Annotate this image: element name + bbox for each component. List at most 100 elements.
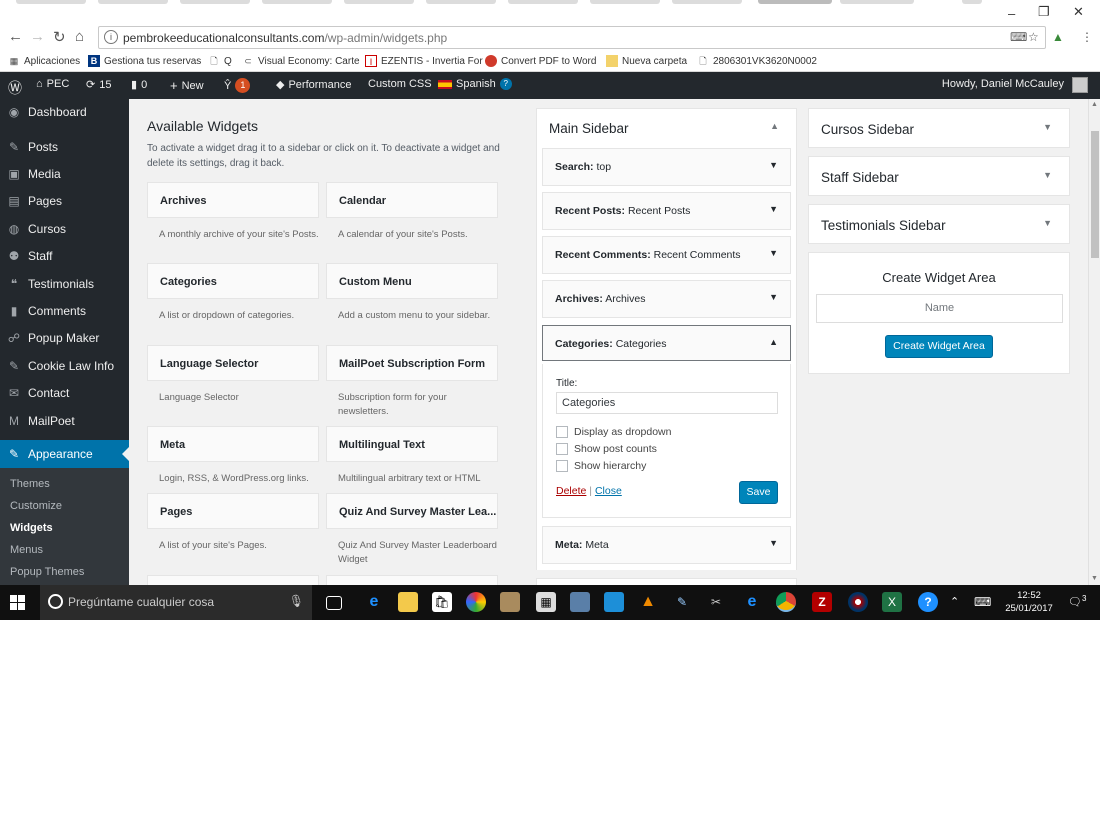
- close-link[interactable]: Close: [595, 485, 622, 497]
- sidebar-widget-archives[interactable]: Archives: Archives ▼: [542, 280, 791, 318]
- menu-item-mailpoet[interactable]: M MailPoet: [0, 408, 129, 434]
- available-widget-partial[interactable]: [326, 575, 498, 585]
- bookmark-star-icon[interactable]: ☆: [1028, 30, 1039, 44]
- close-window-icon[interactable]: ✕: [1073, 4, 1084, 20]
- excel-icon[interactable]: X: [882, 592, 902, 612]
- menu-item-cursos[interactable]: ◍ Cursos: [0, 216, 129, 242]
- sidebar-widget-categories[interactable]: Categories: Categories ▲: [542, 325, 791, 361]
- delete-link[interactable]: Delete: [556, 485, 586, 497]
- submenu-item-widgets[interactable]: Widgets: [10, 522, 53, 534]
- menu-item-contact[interactable]: ✉ Contact: [0, 380, 129, 406]
- browser-tab[interactable]: [840, 0, 914, 4]
- available-widget[interactable]: Archives: [147, 182, 319, 218]
- bookmark-item[interactable]: B Gestiona tus reservas: [88, 55, 201, 67]
- sidebar-widget-meta[interactable]: Meta: Meta ▼: [542, 526, 791, 564]
- submenu-item-menus[interactable]: Menus: [10, 544, 43, 556]
- paint-icon[interactable]: ✎: [672, 592, 692, 612]
- expand-arrow-icon[interactable]: ▼: [769, 292, 778, 302]
- browser-tab[interactable]: [672, 0, 742, 4]
- browser-tab[interactable]: [590, 0, 660, 4]
- page-scrollbar[interactable]: ▲ ▼: [1088, 99, 1100, 585]
- expand-arrow-icon[interactable]: ▼: [1043, 218, 1052, 228]
- cursos-sidebar[interactable]: Cursos Sidebar ▼: [808, 108, 1070, 148]
- cortana-search-box[interactable]: Pregúntame cualquier cosa 🎙: [40, 585, 312, 620]
- submenu-item-customize[interactable]: Customize: [10, 500, 62, 512]
- scroll-up-icon[interactable]: ▲: [1091, 101, 1098, 108]
- microphone-icon[interactable]: 🎙: [289, 594, 304, 608]
- restore-icon[interactable]: ❐: [1038, 4, 1050, 20]
- browser-tab[interactable]: [262, 0, 332, 4]
- chrome-menu-icon[interactable]: ⋮: [1081, 30, 1093, 44]
- new-tab-button[interactable]: [962, 0, 982, 4]
- available-widget[interactable]: Quiz And Survey Master Lea...: [326, 493, 498, 529]
- available-widget[interactable]: Multilingual Text: [326, 426, 498, 462]
- howdy-user-menu[interactable]: Howdy, Daniel McCauley: [942, 78, 1064, 90]
- bookmark-item[interactable]: Convert PDF to Word: [485, 55, 596, 67]
- comments-link[interactable]: ▮ 0: [131, 78, 147, 92]
- updates-link[interactable]: ⟳ 15: [86, 78, 111, 92]
- avatar[interactable]: [1072, 77, 1088, 93]
- outlook-icon[interactable]: [604, 592, 624, 612]
- vlc-icon[interactable]: ▲: [638, 592, 658, 612]
- submenu-item-themes[interactable]: Themes: [10, 478, 50, 490]
- chrome-icon[interactable]: [776, 592, 796, 612]
- browser-tab[interactable]: [180, 0, 250, 4]
- scrollbar-thumb[interactable]: [1091, 131, 1099, 258]
- collapse-arrow-icon[interactable]: ▲: [770, 121, 779, 131]
- staff-sidebar[interactable]: Staff Sidebar ▼: [808, 156, 1070, 196]
- internet-explorer-icon[interactable]: e: [742, 592, 762, 612]
- menu-item-media[interactable]: ▣ Media: [0, 161, 129, 187]
- bookmark-item[interactable]: 🗋 2806301VK3620N0002: [697, 55, 817, 67]
- browser-tab[interactable]: [426, 0, 496, 4]
- chevron-up-icon[interactable]: ⌃: [950, 595, 959, 608]
- task-view-icon[interactable]: [326, 596, 342, 610]
- available-widget[interactable]: Language Selector: [147, 345, 319, 381]
- performance-link[interactable]: ◆ Performance: [276, 78, 351, 92]
- translate-icon[interactable]: ⌨: [1010, 30, 1027, 44]
- testimonials-sidebar[interactable]: Testimonials Sidebar ▼: [808, 204, 1070, 244]
- expand-arrow-icon[interactable]: ▼: [1043, 170, 1052, 180]
- browser-tab[interactable]: [508, 0, 578, 4]
- show-post-counts-checkbox[interactable]: Show post counts: [556, 443, 657, 455]
- picasa-icon[interactable]: [466, 592, 486, 612]
- bookmark-item[interactable]: I EZENTIS - Invertia For: [365, 55, 483, 67]
- tool-icon[interactable]: ✂: [706, 592, 726, 612]
- sidebar-widget-search[interactable]: Search: top ▼: [542, 148, 791, 186]
- help-icon[interactable]: ?: [918, 592, 938, 612]
- available-widget[interactable]: Calendar: [326, 182, 498, 218]
- widget-area-name-input[interactable]: Name: [816, 294, 1063, 323]
- keyboard-icon[interactable]: ⌨: [974, 595, 991, 609]
- forward-icon[interactable]: →: [30, 28, 45, 45]
- expand-arrow-icon[interactable]: ▼: [769, 160, 778, 170]
- display-as-dropdown-checkbox[interactable]: Display as dropdown: [556, 426, 671, 438]
- menu-item-popup-maker[interactable]: ☍ Popup Maker: [0, 325, 129, 351]
- bookmark-item[interactable]: ⊂ Visual Economy: Carte: [242, 55, 359, 67]
- edge-icon[interactable]: e: [364, 592, 384, 612]
- menu-item-dashboard[interactable]: ◉ Dashboard: [0, 99, 129, 125]
- title-input[interactable]: Categories: [556, 392, 778, 414]
- expand-arrow-icon[interactable]: ▼: [1043, 122, 1052, 132]
- yoast-menu[interactable]: Ŷ1: [224, 78, 251, 93]
- bookmark-item[interactable]: Nueva carpeta: [606, 55, 687, 67]
- windows-start-icon[interactable]: [10, 595, 26, 611]
- site-name-link[interactable]: ⌂ PEC: [36, 78, 69, 90]
- sidebar-widget-recent-posts[interactable]: Recent Posts: Recent Posts ▼: [542, 192, 791, 230]
- archive-icon[interactable]: [500, 592, 520, 612]
- bookmark-item[interactable]: ▦ Aplicaciones: [8, 55, 80, 67]
- scroll-down-icon[interactable]: ▼: [1091, 575, 1098, 582]
- file-explorer-icon[interactable]: [398, 592, 418, 612]
- store-icon[interactable]: 🛍: [432, 592, 452, 612]
- available-widget[interactable]: Pages: [147, 493, 319, 529]
- collapse-arrow-icon[interactable]: ▲: [769, 337, 778, 347]
- available-widget[interactable]: Categories: [147, 263, 319, 299]
- main-sidebar-title[interactable]: Main Sidebar: [549, 121, 629, 136]
- custom-css-link[interactable]: Custom CSS: [368, 78, 432, 90]
- site-info-icon[interactable]: i: [104, 30, 118, 44]
- taskbar-clock[interactable]: 12:52 25/01/2017: [1004, 589, 1054, 615]
- menu-item-staff[interactable]: ⚉ Staff: [0, 243, 129, 269]
- available-widget[interactable]: MailPoet Subscription Form: [326, 345, 498, 381]
- photos-icon[interactable]: [570, 592, 590, 612]
- create-widget-area-button[interactable]: Create Widget Area: [885, 335, 993, 358]
- show-hierarchy-checkbox[interactable]: Show hierarchy: [556, 460, 646, 472]
- available-widget[interactable]: Meta: [147, 426, 319, 462]
